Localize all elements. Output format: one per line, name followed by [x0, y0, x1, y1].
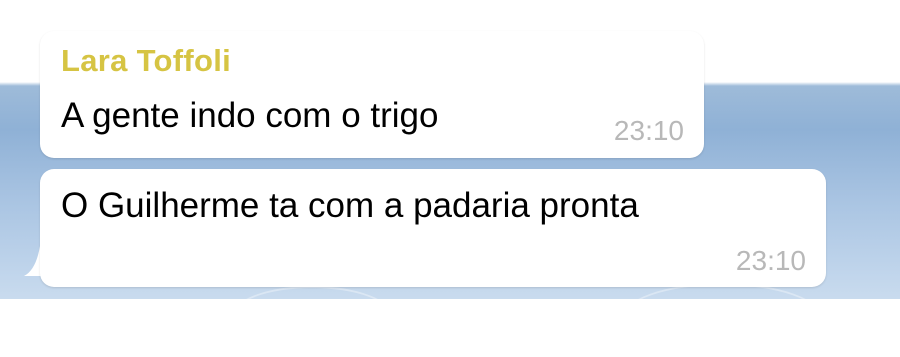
background-pattern — [620, 283, 824, 357]
background-pattern — [230, 286, 394, 350]
message-timestamp: 23:10 — [735, 245, 806, 276]
message-text: A gente indo com o trigo — [61, 96, 439, 135]
message-timestamp: 23:10 — [613, 115, 684, 146]
sender-name[interactable]: Lara Toffoli — [61, 43, 231, 79]
message-bubble[interactable]: Lara Toffoli A gente indo com o trigo 23… — [40, 31, 704, 158]
message-text: O Guilherme ta com a padaria pronta — [61, 186, 639, 225]
message-bubble[interactable]: O Guilherme ta com a padaria pronta 23:1… — [40, 169, 826, 287]
